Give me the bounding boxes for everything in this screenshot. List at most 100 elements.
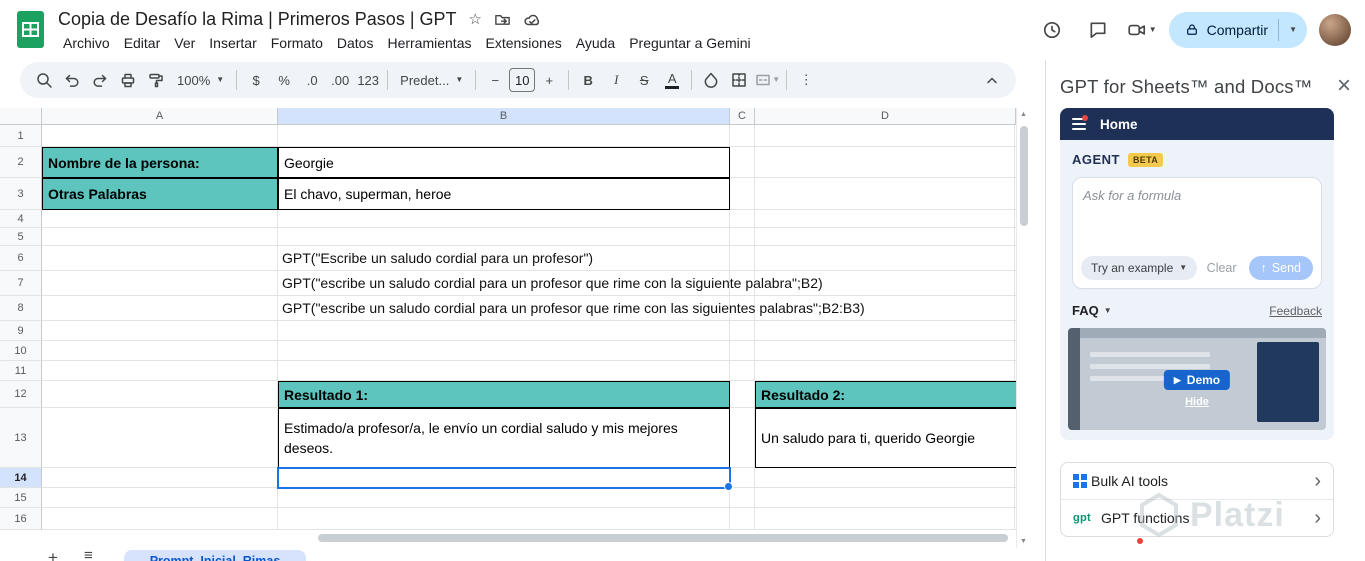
italic-button[interactable]: I bbox=[603, 67, 629, 93]
avatar[interactable] bbox=[1319, 14, 1351, 46]
cell-b13[interactable]: Estimado/a profesor/a, le envío un cordi… bbox=[278, 408, 730, 468]
format-percent-button[interactable]: % bbox=[271, 67, 297, 93]
menu-insertar[interactable]: Insertar bbox=[202, 33, 263, 53]
undo-button[interactable] bbox=[59, 67, 85, 93]
row-header-9[interactable]: 9 bbox=[0, 321, 42, 341]
horizontal-scrollbar[interactable] bbox=[318, 534, 1008, 542]
row-header-3[interactable]: 3 bbox=[0, 178, 42, 210]
version-history-icon[interactable] bbox=[1035, 13, 1069, 47]
cell-d12[interactable]: Resultado 2: bbox=[755, 381, 1016, 408]
try-example-button[interactable]: Try an example ▼ bbox=[1081, 256, 1198, 280]
select-all-corner[interactable] bbox=[0, 108, 42, 125]
more-formats-button[interactable]: 123 bbox=[355, 67, 381, 93]
demo-video-thumbnail[interactable]: ▶ Demo Hide bbox=[1068, 328, 1326, 430]
menu-ayuda[interactable]: Ayuda bbox=[569, 33, 622, 53]
move-folder-icon[interactable] bbox=[494, 11, 511, 28]
menu-herramientas[interactable]: Herramientas bbox=[380, 33, 478, 53]
sheets-logo[interactable] bbox=[16, 10, 45, 49]
increase-font-size-button[interactable]: + bbox=[536, 67, 562, 93]
grid-row-1[interactable] bbox=[42, 125, 1016, 147]
menu-preguntar-a-gemini[interactable]: Preguntar a Gemini bbox=[622, 33, 757, 53]
column-header-c[interactable]: C bbox=[730, 108, 755, 125]
row-header-16[interactable]: 16 bbox=[0, 508, 42, 530]
cell-a2[interactable]: Nombre de la persona: bbox=[42, 147, 278, 178]
star-icon[interactable]: ☆ bbox=[469, 12, 482, 27]
grid-row-10[interactable] bbox=[42, 341, 1016, 361]
font-size-input[interactable]: 10 bbox=[509, 68, 536, 92]
column-header-d[interactable]: D bbox=[755, 108, 1016, 125]
grid-row-15[interactable] bbox=[42, 488, 1016, 508]
scroll-down-icon[interactable]: ▼ bbox=[1020, 538, 1027, 545]
more-toolbar-options[interactable]: ⋮ bbox=[793, 67, 819, 93]
hide-menus-button[interactable] bbox=[979, 67, 1005, 93]
clear-button[interactable]: Clear bbox=[1207, 261, 1237, 275]
close-icon[interactable]: × bbox=[1337, 74, 1351, 98]
vertical-scrollbar-thumb[interactable] bbox=[1020, 126, 1028, 226]
row-header-10[interactable]: 10 bbox=[0, 341, 42, 361]
row-header-2[interactable]: 2 bbox=[0, 147, 42, 178]
decrease-font-size-button[interactable]: − bbox=[482, 67, 508, 93]
feedback-link[interactable]: Feedback bbox=[1269, 304, 1322, 318]
strikethrough-button[interactable]: S bbox=[631, 67, 657, 93]
row-header-12[interactable]: 12 bbox=[0, 381, 42, 408]
add-sheet-button[interactable]: + bbox=[48, 548, 58, 561]
row-header-11[interactable]: 11 bbox=[0, 361, 42, 381]
paint-format-button[interactable] bbox=[143, 67, 169, 93]
merge-cells-button[interactable]: ▼ bbox=[754, 67, 780, 93]
menu-formato[interactable]: Formato bbox=[264, 33, 330, 53]
cell-b8[interactable]: GPT("escribe un saludo cordial para un p… bbox=[282, 296, 865, 321]
all-sheets-button[interactable]: ≡ bbox=[84, 548, 93, 561]
decrease-decimals-button[interactable]: .0 bbox=[299, 67, 325, 93]
fill-color-button[interactable] bbox=[698, 67, 724, 93]
cell-b2[interactable]: Georgie bbox=[278, 147, 730, 178]
grid-row-16[interactable] bbox=[42, 508, 1016, 530]
redo-button[interactable] bbox=[87, 67, 113, 93]
increase-decimals-button[interactable]: .00 bbox=[327, 67, 353, 93]
grid-row-4[interactable] bbox=[42, 210, 1016, 228]
cell-b6[interactable]: GPT("Escribe un saludo cordial para un p… bbox=[282, 246, 593, 271]
column-header-b[interactable]: B bbox=[278, 108, 730, 125]
cell-d13[interactable]: Un saludo para ti, querido Georgie bbox=[755, 408, 1016, 468]
menu-datos[interactable]: Datos bbox=[330, 33, 381, 53]
sheet-tab-active[interactable]: Prompt_Inicial_Rimas bbox=[124, 550, 306, 561]
menu-editar[interactable]: Editar bbox=[117, 33, 168, 53]
bold-button[interactable]: B bbox=[575, 67, 601, 93]
comments-icon[interactable] bbox=[1081, 13, 1115, 47]
menu-extensiones[interactable]: Extensiones bbox=[478, 33, 568, 53]
row-header-8[interactable]: 8 bbox=[0, 296, 42, 321]
grid-row-11[interactable] bbox=[42, 361, 1016, 381]
row-header-15[interactable]: 15 bbox=[0, 488, 42, 508]
row-header-13[interactable]: 13 bbox=[0, 408, 42, 468]
send-button[interactable]: ↑ Send bbox=[1248, 256, 1313, 280]
search-icon[interactable] bbox=[31, 67, 57, 93]
text-color-button[interactable]: A bbox=[659, 67, 685, 93]
bulk-ai-tools-item[interactable]: Bulk AI tools › bbox=[1061, 463, 1333, 499]
document-title[interactable]: Copia de Desafío la Rima | Primeros Paso… bbox=[58, 9, 457, 30]
menu-archivo[interactable]: Archivo bbox=[56, 33, 117, 53]
row-header-6[interactable]: 6 bbox=[0, 246, 42, 271]
font-family-select[interactable]: Predet... ▼ bbox=[394, 67, 469, 93]
video-call-caret-icon[interactable]: ▼ bbox=[1149, 26, 1157, 34]
cell-b7[interactable]: GPT("escribe un saludo cordial para un p… bbox=[282, 271, 823, 296]
vertical-scrollbar[interactable]: ▲ ▼ bbox=[1016, 108, 1030, 548]
scroll-up-icon[interactable]: ▲ bbox=[1020, 111, 1027, 118]
format-currency-button[interactable]: $ bbox=[243, 67, 269, 93]
formula-input[interactable] bbox=[1073, 178, 1321, 248]
share-dropdown[interactable]: ▼ bbox=[1279, 26, 1307, 34]
faq-toggle[interactable]: FAQ ▼ bbox=[1072, 303, 1112, 318]
cell-a3[interactable]: Otras Palabras bbox=[42, 178, 278, 210]
fill-handle[interactable] bbox=[724, 482, 733, 491]
demo-button[interactable]: ▶ Demo bbox=[1163, 370, 1231, 390]
share-button[interactable]: Compartir ▼ bbox=[1168, 12, 1307, 48]
hide-link[interactable]: Hide bbox=[1185, 396, 1209, 408]
grid-row-5[interactable] bbox=[42, 228, 1016, 246]
row-header-7[interactable]: 7 bbox=[0, 271, 42, 296]
print-button[interactable] bbox=[115, 67, 141, 93]
video-call-icon[interactable]: ▼ bbox=[1127, 20, 1157, 40]
row-header-14[interactable]: 14 bbox=[0, 468, 42, 488]
grid-row-9[interactable] bbox=[42, 321, 1016, 341]
gpt-functions-item[interactable]: gpt GPT functions › bbox=[1061, 499, 1333, 536]
borders-button[interactable] bbox=[726, 67, 752, 93]
zoom-select[interactable]: 100% ▼ bbox=[171, 67, 230, 93]
row-header-4[interactable]: 4 bbox=[0, 210, 42, 228]
